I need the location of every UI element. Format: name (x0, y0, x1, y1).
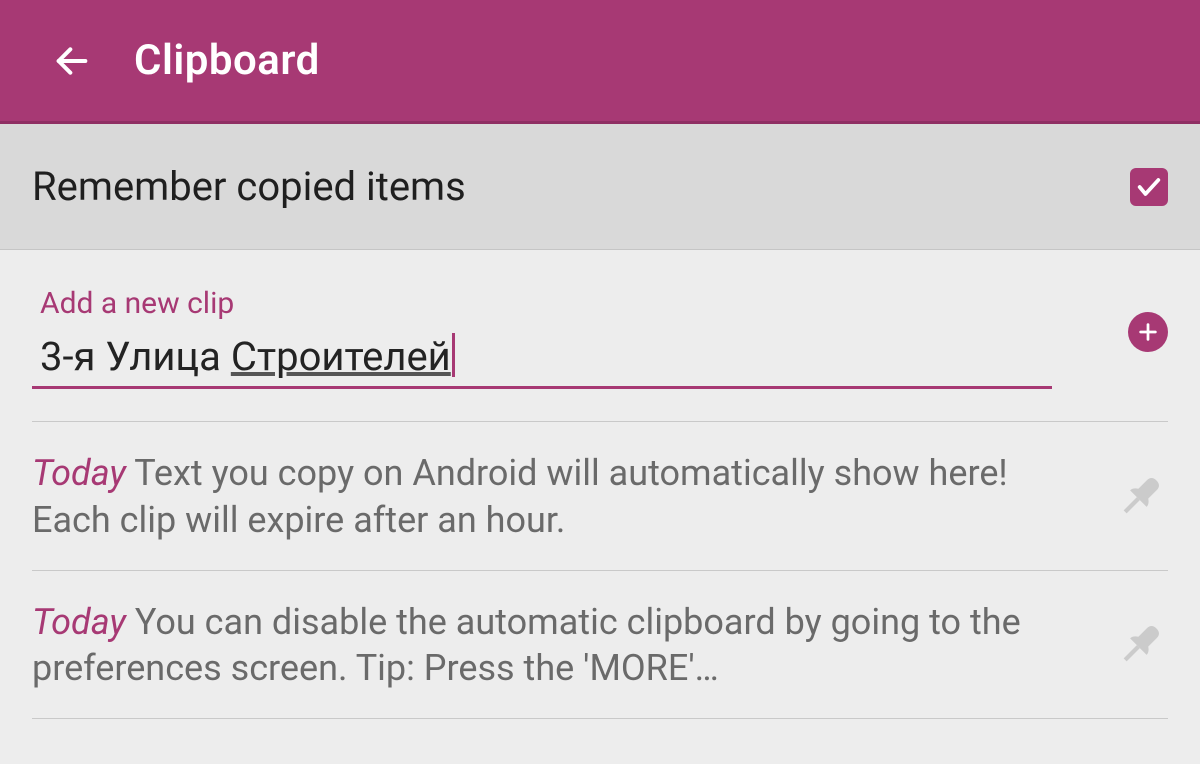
plus-icon (1137, 321, 1159, 343)
back-button[interactable] (48, 37, 96, 85)
remember-label: Remember copied items (32, 163, 466, 210)
app-title: Clipboard (134, 36, 320, 85)
checkmark-icon (1135, 173, 1163, 201)
pin-button[interactable] (1112, 617, 1168, 673)
add-clip-button[interactable] (1128, 312, 1168, 352)
add-clip-label: Add a new clip (40, 286, 1168, 321)
clip-body: Text you copy on Android will automatica… (32, 452, 1008, 541)
add-clip-section: Add a new clip 3-я Улица Строителей (32, 250, 1168, 422)
clip-text: Today You can disable the automatic clip… (32, 599, 1032, 693)
clip-body: You can disable the automatic clipboard … (32, 601, 1021, 690)
clip-item[interactable]: Today You can disable the automatic clip… (32, 571, 1168, 720)
remember-checkbox[interactable] (1130, 168, 1168, 206)
remember-row[interactable]: Remember copied items (0, 124, 1200, 250)
pin-icon (1112, 617, 1168, 673)
content-area: Add a new clip 3-я Улица Строителей Toda… (0, 250, 1200, 719)
add-clip-input[interactable]: 3-я Улица Строителей (32, 329, 1052, 389)
arrow-back-icon (52, 41, 92, 81)
add-clip-value-plain: 3-я Улица (40, 333, 231, 380)
pin-button[interactable] (1112, 469, 1168, 525)
pin-icon (1112, 469, 1168, 525)
clip-time: Today (32, 601, 126, 643)
app-bar: Clipboard (0, 0, 1200, 124)
text-cursor (452, 333, 455, 377)
add-clip-value-underlined: Строителей (231, 333, 451, 380)
clip-text: Today Text you copy on Android will auto… (32, 450, 1032, 544)
clip-time: Today (32, 452, 126, 494)
clip-item[interactable]: Today Text you copy on Android will auto… (32, 422, 1168, 571)
